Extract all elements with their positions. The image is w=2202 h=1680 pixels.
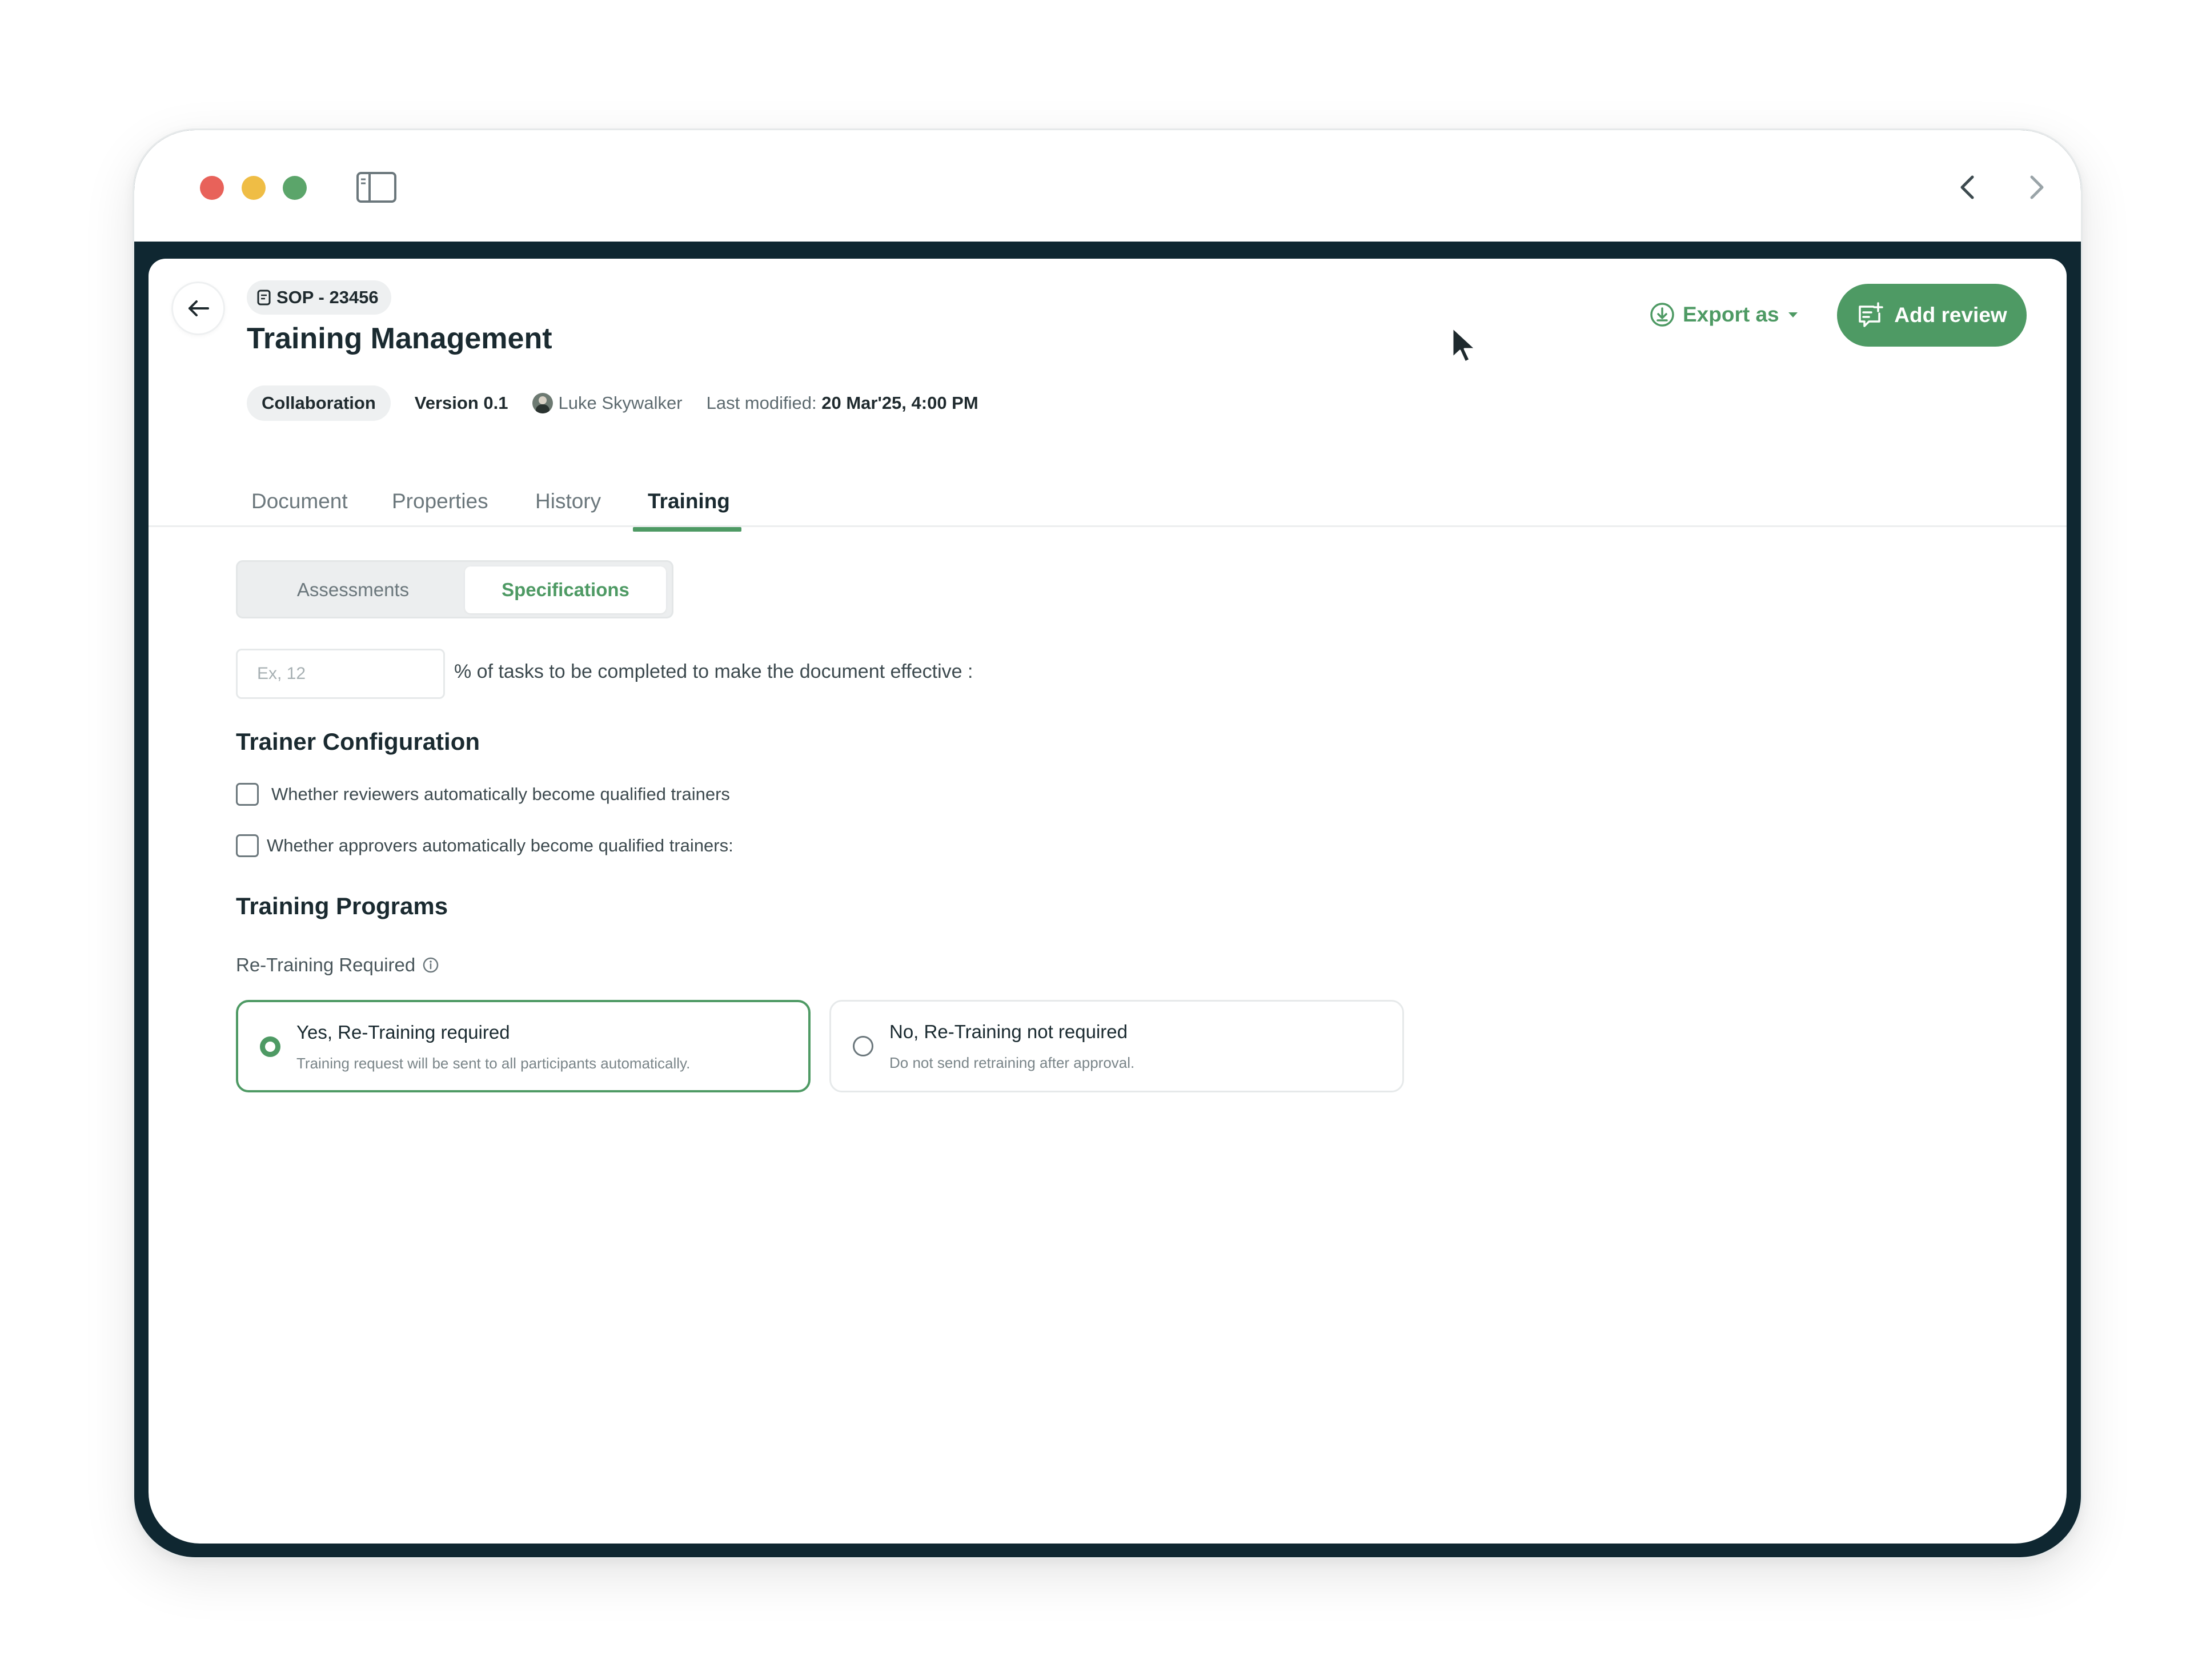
- retraining-yes-radio[interactable]: [260, 1036, 280, 1057]
- completion-percent-input[interactable]: [236, 649, 445, 699]
- avatar: [532, 393, 553, 413]
- back-button[interactable]: [171, 282, 225, 335]
- export-as-label: Export as: [1683, 303, 1779, 326]
- author-name: Luke Skywalker: [558, 393, 683, 413]
- training-programs-title: Training Programs: [236, 893, 448, 919]
- add-review-label: Add review: [1894, 303, 2007, 327]
- last-modified-label: Last modified:: [706, 393, 817, 413]
- info-icon[interactable]: [422, 956, 439, 974]
- tab-history[interactable]: History: [535, 476, 601, 527]
- retraining-no-title: No, Re-Training not required: [889, 1021, 1128, 1042]
- last-modified: Last modified: 20 Mar'25, 4:00 PM: [707, 393, 978, 413]
- author: Luke Skywalker: [532, 393, 683, 413]
- document-meta: Collaboration Version 0.1 Luke Skywalker…: [247, 385, 978, 421]
- version-label: Version 0.1: [414, 393, 508, 413]
- trainer-configuration-title: Trainer Configuration: [236, 728, 480, 755]
- retraining-required-text: Re-Training Required: [236, 954, 416, 975]
- document-id-badge: SOP - 23456: [247, 280, 391, 315]
- reviewers-trainers-checkbox[interactable]: [236, 783, 259, 806]
- tab-bar: Document Properties History Training: [149, 476, 2067, 527]
- export-as-button[interactable]: Export as: [1650, 298, 1799, 332]
- status-badge: Collaboration: [247, 385, 391, 421]
- tab-document[interactable]: Document: [251, 476, 348, 527]
- retraining-no-radio[interactable]: [853, 1036, 873, 1056]
- active-tab-indicator: [633, 527, 741, 532]
- document-id: SOP - 23456: [276, 287, 379, 307]
- download-circle-icon: [1650, 303, 1674, 327]
- page-content: SOP - 23456 Training Management Collabor…: [149, 259, 2067, 1544]
- segment-specifications[interactable]: Specifications: [465, 566, 666, 613]
- comment-plus-icon: [1859, 302, 1884, 327]
- chevron-left-icon[interactable]: [1951, 170, 1985, 204]
- reviewers-trainers-option[interactable]: Whether reviewers automatically become q…: [236, 783, 730, 806]
- close-window-button[interactable]: [200, 176, 224, 200]
- retraining-no-description: Do not send retraining after approval.: [889, 1054, 1135, 1071]
- arrow-left-icon: [188, 300, 209, 316]
- minimize-window-button[interactable]: [242, 176, 266, 200]
- chevron-right-icon[interactable]: [2019, 170, 2053, 204]
- segmented-control: Assessments Specifications: [236, 560, 673, 618]
- reviewers-trainers-label: Whether reviewers automatically become q…: [271, 784, 730, 804]
- maximize-window-button[interactable]: [283, 176, 307, 200]
- mouse-cursor-icon: [1451, 327, 1477, 363]
- completion-percent-label: % of tasks to be completed to make the d…: [454, 661, 973, 682]
- browser-window: SOP - 23456 Training Management Collabor…: [133, 128, 2083, 1559]
- add-review-button[interactable]: Add review: [1837, 284, 2027, 347]
- approvers-trainers-label: Whether approvers automatically become q…: [267, 835, 733, 855]
- retraining-yes-description: Training request will be sent to all par…: [296, 1055, 691, 1072]
- tab-properties[interactable]: Properties: [392, 476, 488, 527]
- document-icon: [257, 290, 271, 306]
- window-titlebar: [134, 130, 2081, 242]
- retraining-no-option[interactable]: No, Re-Training not required Do not send…: [829, 1000, 1404, 1092]
- last-modified-value: 20 Mar'25, 4:00 PM: [821, 393, 978, 413]
- approvers-trainers-checkbox[interactable]: [236, 834, 259, 857]
- segment-assessments[interactable]: Assessments: [242, 566, 464, 613]
- tab-training[interactable]: Training: [648, 476, 730, 527]
- page-title: Training Management: [247, 322, 552, 355]
- approvers-trainers-option[interactable]: Whether approvers automatically become q…: [236, 834, 733, 857]
- retraining-yes-title: Yes, Re-Training required: [296, 1022, 510, 1043]
- sidebar-toggle-icon[interactable]: [356, 171, 397, 203]
- caret-down-icon: [1788, 312, 1798, 317]
- retraining-required-label: Re-Training Required: [236, 954, 439, 976]
- retraining-yes-option[interactable]: Yes, Re-Training required Training reque…: [236, 1000, 811, 1092]
